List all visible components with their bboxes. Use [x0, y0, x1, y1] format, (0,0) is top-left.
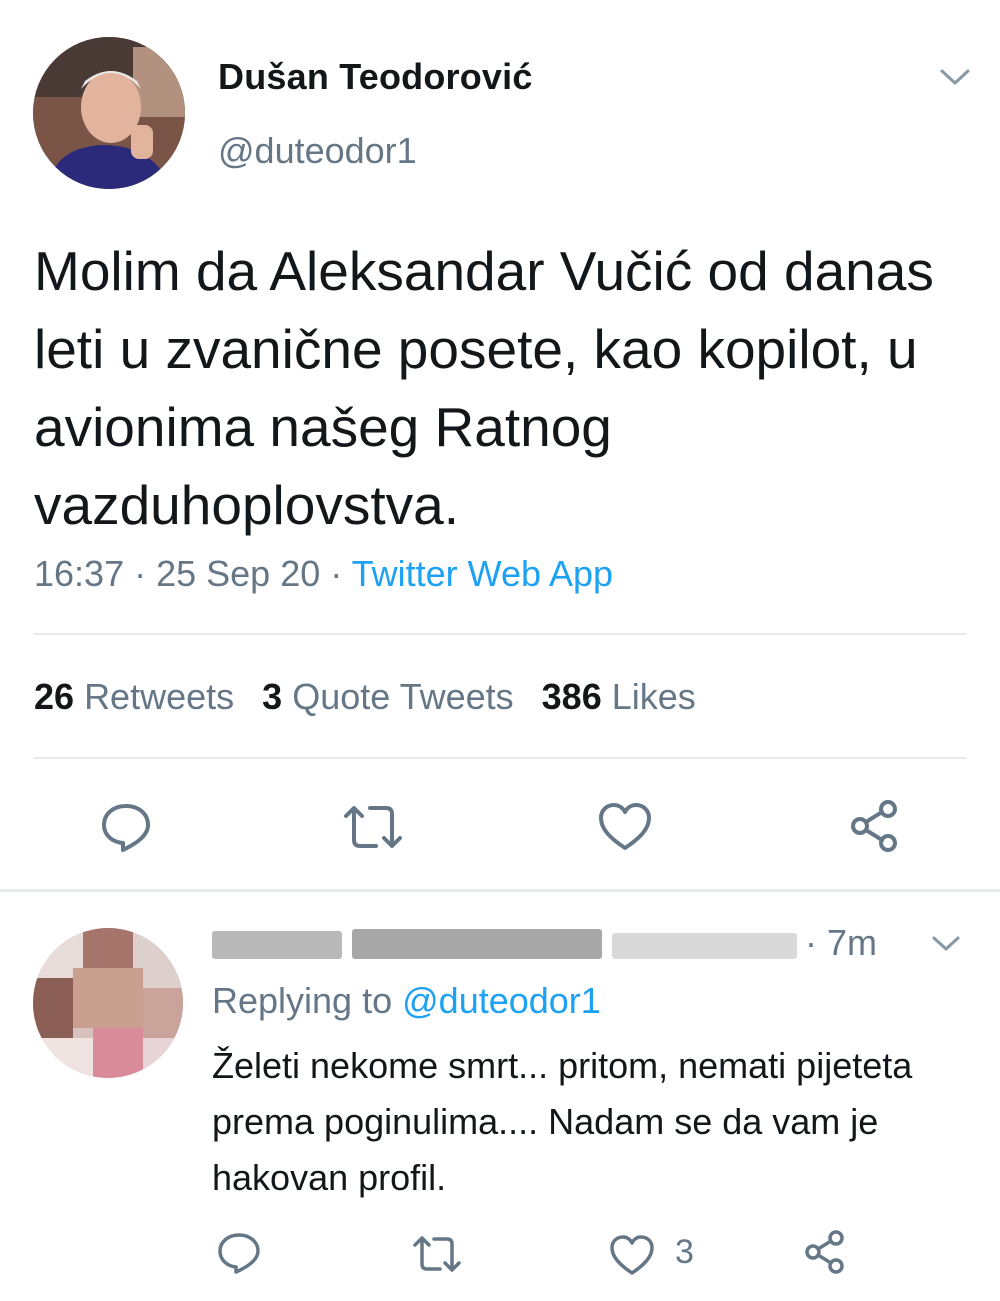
quotes-label: Quote Tweets	[292, 676, 514, 717]
replying-prefix: Replying to	[212, 980, 393, 1021]
reply-retweet-icon[interactable]	[410, 1232, 464, 1276]
reply-text: Želeti nekome smrt... pritom, nemati pij…	[212, 1045, 913, 1198]
reply-icon[interactable]	[99, 800, 153, 854]
pixelated-reply-author[interactable]	[212, 925, 797, 965]
likes-count: 386	[541, 676, 602, 717]
pixelated-avatar-image	[33, 928, 183, 1078]
tweet-text: Molim da Aleksandar Vučić od danas leti …	[34, 240, 934, 536]
reply-time: · 7m	[805, 922, 877, 963]
section-separator	[0, 889, 1000, 892]
reply-reply-icon[interactable]	[216, 1230, 262, 1276]
divider	[34, 757, 966, 759]
chevron-down-icon[interactable]	[938, 66, 972, 88]
tweet-source-link[interactable]: Twitter Web App	[352, 553, 613, 594]
like-icon[interactable]	[596, 800, 654, 854]
reply-like-icon[interactable]	[608, 1233, 656, 1277]
avatar-image	[33, 37, 185, 189]
tweet-date[interactable]: 25 Sep 20	[156, 553, 320, 594]
retweets-count: 26	[34, 676, 75, 717]
author-avatar[interactable]	[33, 37, 185, 189]
quotes-stat[interactable]: 3 Quote Tweets	[262, 676, 514, 717]
retweets-label: Retweets	[84, 676, 235, 717]
reply-avatar[interactable]	[33, 928, 183, 1078]
reply-chevron-down-icon[interactable]	[930, 934, 962, 954]
author-name[interactable]: Dušan Teodorović	[218, 56, 533, 98]
retweets-stat[interactable]: 26 Retweets	[34, 676, 234, 717]
reply-share-icon[interactable]	[802, 1228, 850, 1276]
replying-to: Replying to @duteodor1	[212, 980, 601, 1022]
tweet-time: 16:37	[34, 553, 125, 594]
author-handle[interactable]: @duteodor1	[218, 130, 417, 172]
meta-separator: ·	[124, 553, 157, 594]
likes-stat[interactable]: 386 Likes	[542, 676, 696, 717]
share-icon[interactable]	[848, 798, 904, 854]
tweet-meta: 16:37 · 25 Sep 20 · Twitter Web App	[34, 553, 613, 595]
meta-separator: ·	[320, 553, 352, 594]
replying-mention-link[interactable]: @duteodor1	[402, 980, 601, 1021]
divider	[34, 633, 966, 635]
tweet-stats: 26 Retweets 3 Quote Tweets 386 Likes	[34, 676, 724, 718]
likes-label: Likes	[611, 676, 696, 717]
quotes-count: 3	[262, 676, 283, 717]
reply-like-count: 3	[675, 1233, 694, 1271]
retweet-icon[interactable]	[340, 800, 406, 854]
